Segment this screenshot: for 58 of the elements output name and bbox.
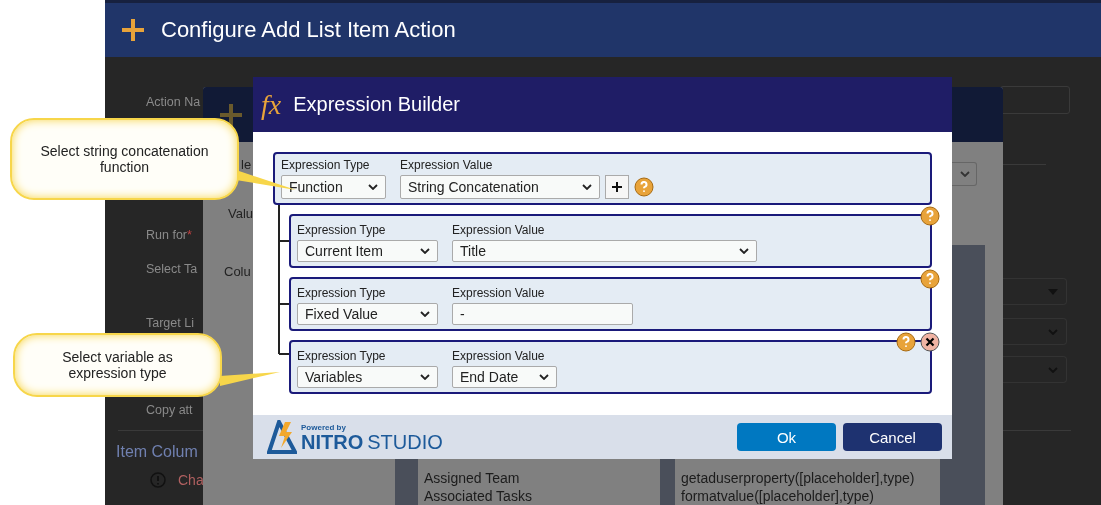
chevron-icon: [420, 311, 430, 317]
list-item[interactable]: getaduserproperty([placeholder],type): [681, 469, 934, 487]
plus-icon: [122, 19, 144, 41]
chevron-icon: [582, 184, 592, 190]
form-label: Select Ta: [146, 262, 198, 276]
chevron-icon: [539, 374, 549, 380]
form-label: Colu: [224, 264, 251, 279]
dropdown[interactable]: End Date: [452, 366, 557, 388]
logo-tagline: Powered by: [301, 422, 347, 432]
list-item[interactable]: formatvalue([placeholder],type): [681, 487, 934, 505]
cancel-button[interactable]: Cancel: [843, 423, 942, 451]
form-label: le: [241, 157, 252, 172]
field-label: Expression Type: [297, 223, 387, 237]
field-label: Expression Value: [452, 349, 546, 363]
dropdown[interactable]: Fixed Value: [297, 303, 438, 325]
dialog-title: Expression Builder: [293, 93, 460, 116]
notice-text: Cha: [178, 472, 204, 488]
chevron-icon: [420, 374, 430, 380]
field-label: Expression Value: [400, 158, 494, 172]
callout-bubble: Select variable as expression type: [13, 333, 222, 397]
field-label: Expression Type: [281, 158, 371, 172]
logo-brand: NITRO: [301, 431, 364, 452]
logo-icon: [267, 420, 297, 454]
field-label: Expression Type: [297, 349, 387, 363]
text-field[interactable]: -: [452, 303, 633, 325]
section-title: Item Colum: [116, 443, 198, 461]
form-label: Copy att: [146, 403, 193, 417]
plus-icon: [612, 182, 622, 192]
list-item[interactable]: Associated Tasks: [424, 487, 654, 505]
help-icon[interactable]: [634, 177, 654, 197]
remove-icon[interactable]: [920, 332, 940, 352]
dropdown[interactable]: Variables: [297, 366, 438, 388]
field-label: Expression Type: [297, 286, 387, 300]
dropdown[interactable]: Title: [452, 240, 757, 262]
chevron-icon: [739, 248, 749, 254]
function-icon: fx: [261, 88, 282, 121]
help-icon[interactable]: [920, 206, 940, 226]
form-label: Target Li: [146, 316, 194, 330]
help-icon[interactable]: [896, 332, 916, 352]
chevron-icon: [420, 248, 430, 254]
dropdown[interactable]: Current Item: [297, 240, 438, 262]
field-label: Expression Value: [452, 286, 546, 300]
page-title: Configure Add List Item Action: [161, 17, 456, 43]
plus-icon: [220, 103, 242, 126]
field-label: Expression Value: [452, 223, 546, 237]
chevron-icon: [368, 184, 378, 190]
form-label: Valu: [228, 206, 254, 221]
list-item[interactable]: Assigned Team: [424, 469, 654, 487]
dropdown[interactable]: String Concatenation: [400, 175, 600, 199]
logo-product: STUDIO: [367, 431, 443, 452]
chevron-icon: [960, 171, 970, 177]
help-icon[interactable]: [920, 269, 940, 289]
ok-button[interactable]: Ok: [737, 423, 836, 451]
form-label: Run for*: [146, 228, 192, 242]
form-label: Action Na: [146, 95, 201, 109]
callout-bubble: Select string concatenation function: [10, 118, 239, 200]
dropdown[interactable]: Function: [281, 175, 386, 199]
add-button[interactable]: [605, 175, 629, 199]
